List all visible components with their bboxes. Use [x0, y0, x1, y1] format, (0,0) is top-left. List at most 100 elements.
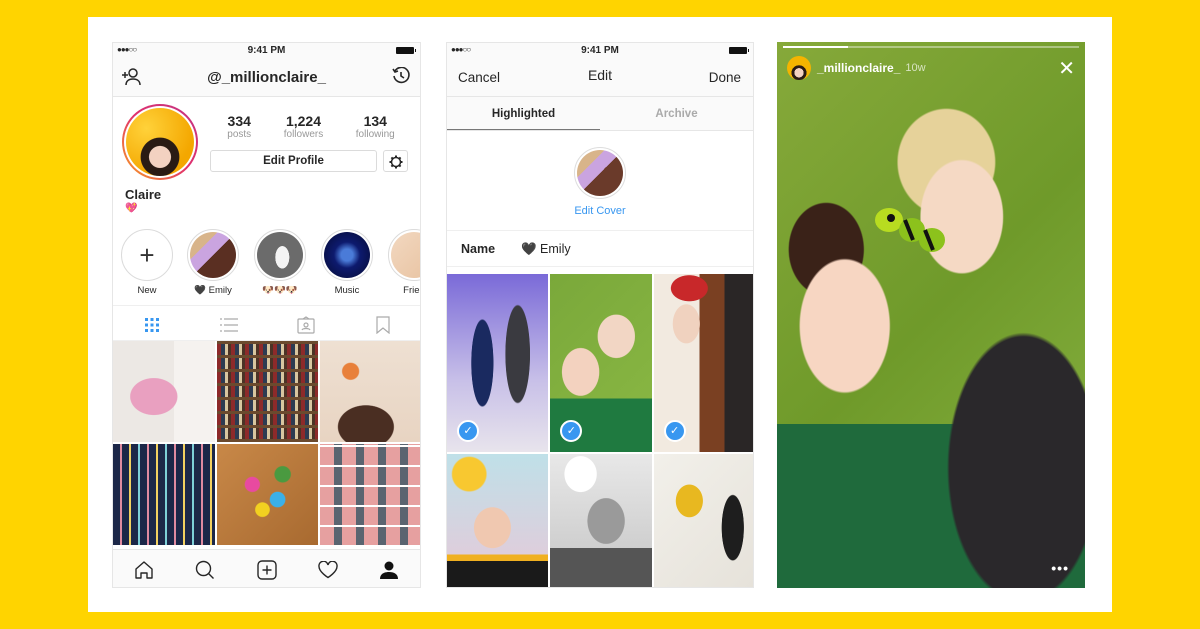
story-thumbnail[interactable]: ✓: [447, 274, 549, 452]
stat-label: followers: [283, 129, 324, 140]
check-icon[interactable]: ✓: [560, 420, 583, 442]
stat-value: 334: [227, 113, 251, 129]
post-thumbnail[interactable]: [216, 341, 319, 442]
posts-grid: [113, 341, 420, 545]
status-time: 9:41 PM: [581, 45, 619, 56]
tab-tagged[interactable]: [268, 306, 345, 340]
edit-cover-link[interactable]: Edit Cover: [447, 205, 753, 217]
post-thumbnail[interactable]: [113, 444, 215, 545]
tab-grid[interactable]: [113, 306, 190, 340]
edit-header: Cancel Edit Done: [447, 59, 753, 97]
check-icon[interactable]: ✓: [663, 420, 686, 442]
stat-posts[interactable]: 334 posts: [227, 113, 251, 140]
profile-stats: 334 posts 1,224 followers 134 following: [211, 113, 411, 140]
plus-square-icon: [256, 559, 277, 580]
post-thumbnail[interactable]: [320, 341, 420, 442]
tab-activity[interactable]: [297, 550, 358, 587]
list-icon: [219, 318, 238, 332]
stat-following[interactable]: 134 following: [356, 113, 395, 140]
edit-title: Edit: [587, 67, 613, 83]
edit-highlight-phone: ●●●○○ 9:41 PM Cancel Edit Done Highlight…: [446, 42, 754, 588]
stat-value: 134: [363, 113, 387, 129]
grid-icon: [144, 318, 159, 333]
name-label: Name: [461, 242, 496, 256]
tab-profile[interactable]: [359, 550, 420, 587]
profile-header: @_millionclaire_: [113, 59, 420, 97]
battery-icon: [729, 47, 749, 54]
name-input[interactable]: 🖤 Emily: [521, 242, 571, 257]
tab-search[interactable]: [174, 550, 235, 587]
profile-username: @_millionclaire_: [207, 69, 326, 86]
profile-phone: ●●●○○ 9:41 PM @_millionclaire_ 334 posts…: [112, 42, 421, 588]
name-row: Name 🖤 Emily: [447, 231, 753, 267]
home-icon: [135, 560, 153, 579]
post-thumbnail[interactable]: [216, 444, 319, 545]
highlight-friends[interactable]: Frien: [384, 229, 420, 296]
edit-profile-button[interactable]: Edit Profile: [210, 150, 377, 172]
check-icon[interactable]: ✓: [457, 420, 479, 442]
story-timestamp: 10w: [905, 62, 926, 74]
battery-icon: [396, 47, 416, 54]
status-bar: ●●●○○ 9:41 PM: [447, 43, 753, 59]
cover-section: Edit Cover: [447, 131, 753, 231]
post-thumbnail[interactable]: [113, 341, 215, 442]
story-highlights: + New 🖤 Emily 🐶🐶🐶 Music Frien: [113, 229, 420, 303]
story-thumbnail[interactable]: [653, 454, 753, 587]
done-button[interactable]: Done: [709, 70, 741, 85]
story-progress-fill: [783, 46, 849, 48]
caterpillar-sticker: [875, 208, 945, 252]
bookmark-icon: [376, 316, 390, 335]
tab-home[interactable]: [113, 550, 174, 587]
story-header: _millionclaire_ 10w: [787, 56, 926, 80]
gear-icon: [389, 155, 402, 169]
highlight-emily[interactable]: 🖤 Emily: [183, 229, 243, 296]
story-image[interactable]: [777, 42, 1085, 588]
display-name: Claire: [125, 187, 162, 202]
story-thumbnail[interactable]: ✓: [653, 274, 753, 452]
stories-grid: ✓ ✓ ✓: [447, 274, 753, 587]
tab-saved[interactable]: [345, 306, 420, 340]
avatar-photo: [126, 108, 194, 176]
tab-archive[interactable]: Archive: [600, 97, 753, 130]
tab-new-post[interactable]: [236, 550, 297, 587]
edit-segments: Highlighted Archive: [447, 97, 753, 131]
highlight-music[interactable]: Music: [317, 229, 377, 296]
story-viewer-phone: _millionclaire_ 10w ✕ •••: [777, 42, 1085, 588]
cover-image[interactable]: [574, 147, 626, 199]
history-clock-icon[interactable]: [392, 66, 410, 90]
story-thumbnail[interactable]: [447, 454, 549, 587]
search-icon: [195, 560, 215, 579]
stat-followers[interactable]: 1,224 followers: [284, 113, 323, 140]
tab-highlighted[interactable]: Highlighted: [447, 97, 600, 130]
stat-label: posts: [227, 129, 252, 140]
highlight-label: 🐶🐶🐶: [262, 285, 298, 296]
bio-text: 💖: [125, 203, 138, 214]
person-icon: [380, 561, 399, 579]
highlight-label: Frien: [403, 285, 420, 296]
tagged-icon: [297, 316, 315, 334]
story-thumbnail[interactable]: [550, 454, 652, 587]
profile-view-tabs: [113, 305, 420, 341]
highlight-dogs[interactable]: 🐶🐶🐶: [250, 229, 310, 296]
settings-button[interactable]: [383, 150, 408, 172]
story-progress-bar: [783, 46, 1079, 48]
close-icon[interactable]: ✕: [1058, 56, 1075, 81]
plus-icon: +: [121, 229, 173, 281]
bottom-tab-bar: [113, 549, 420, 587]
heart-icon: [318, 560, 338, 578]
status-bar: ●●●○○ 9:41 PM: [113, 43, 420, 59]
story-thumbnail[interactable]: ✓: [550, 274, 652, 452]
tab-list[interactable]: [190, 306, 267, 340]
avatar[interactable]: [122, 104, 198, 180]
story-username[interactable]: _millionclaire_: [817, 61, 900, 75]
stat-label: following: [355, 129, 395, 140]
highlight-new[interactable]: + New: [117, 229, 177, 296]
more-options-icon[interactable]: •••: [1051, 560, 1069, 576]
status-time: 9:41 PM: [247, 45, 286, 56]
post-thumbnail[interactable]: [320, 444, 420, 545]
highlight-label: New: [137, 285, 157, 296]
highlight-label: Music: [334, 285, 360, 296]
profile-info: 334 posts 1,224 followers 134 following …: [113, 97, 420, 214]
story-avatar[interactable]: [787, 56, 811, 80]
stat-value: 1,224: [285, 113, 321, 129]
